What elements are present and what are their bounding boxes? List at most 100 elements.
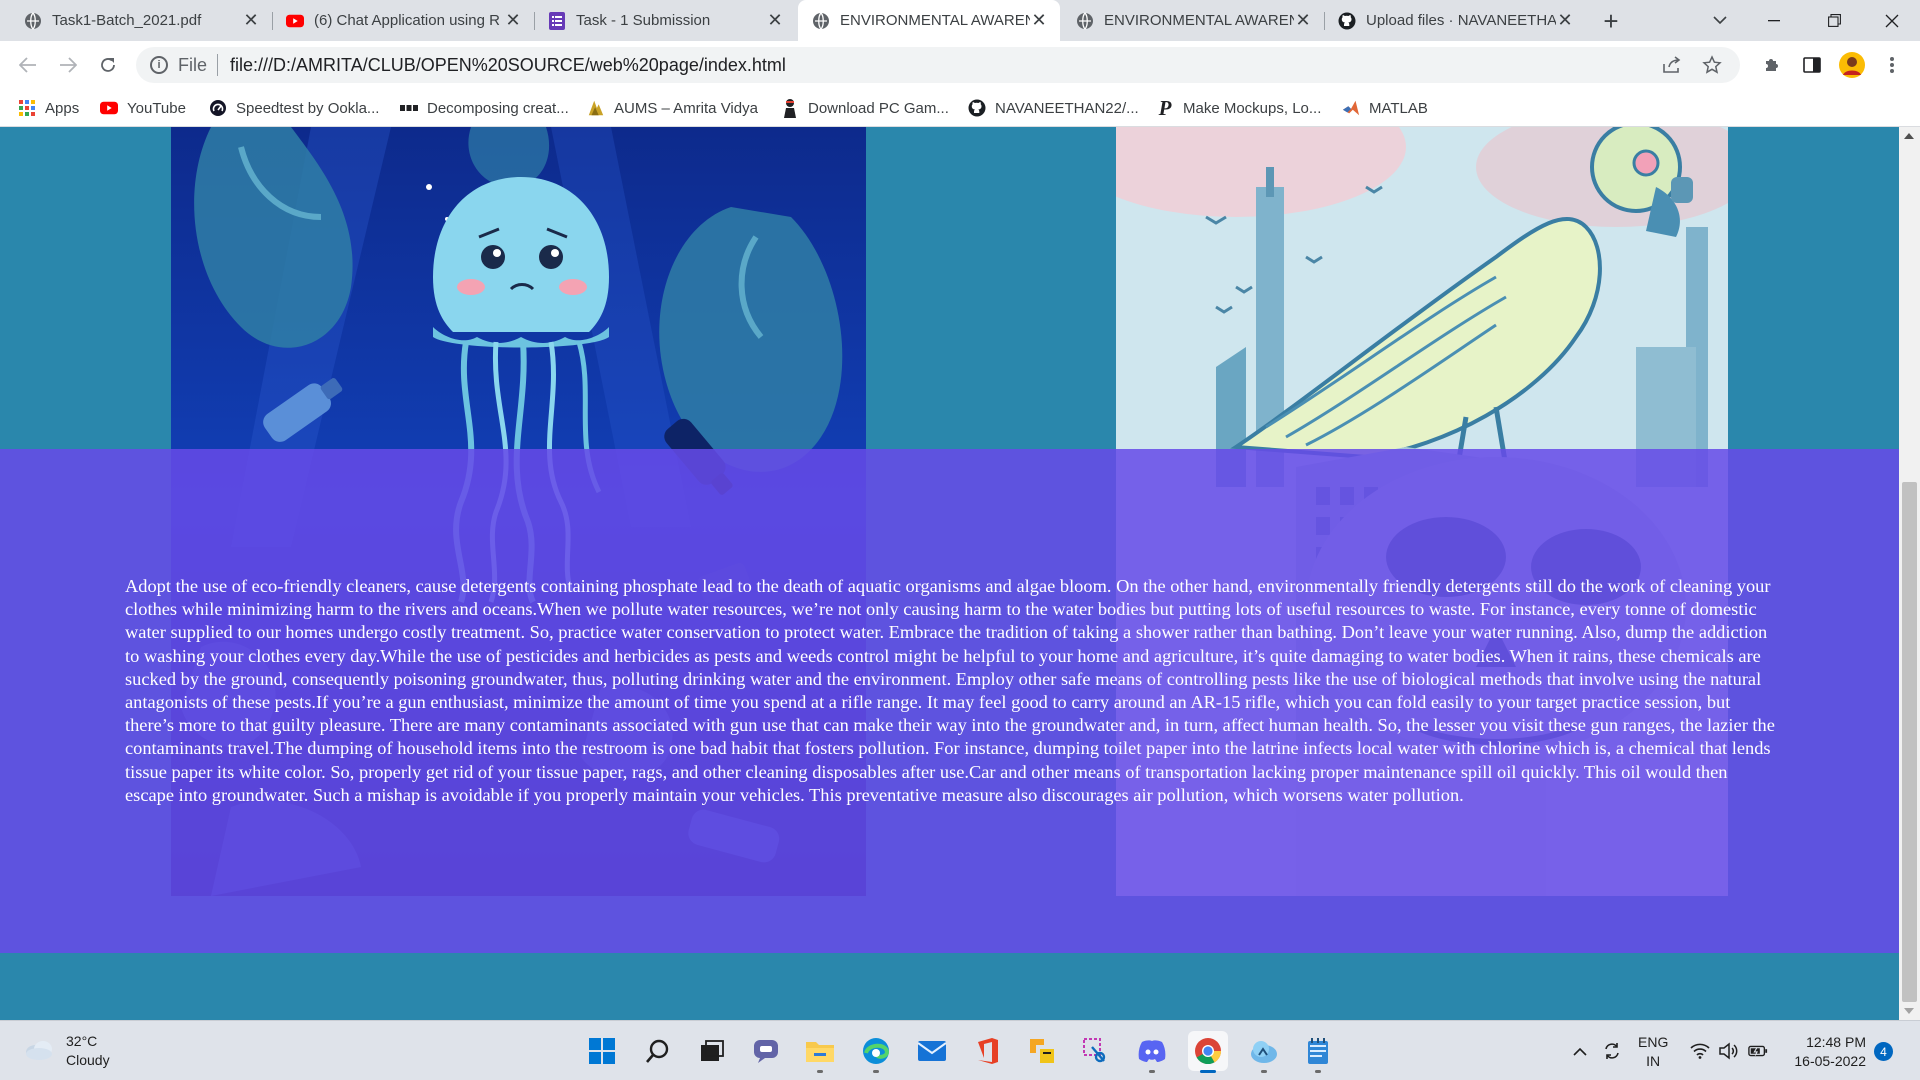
tab-environmental-awareness-active[interactable]: ENVIRONMENTAL AWAREN ✕ <box>798 0 1060 41</box>
new-tab-button[interactable]: + <box>1596 6 1626 36</box>
speedtest-icon <box>209 99 227 117</box>
url-scheme-label: File <box>178 54 208 75</box>
bookmark-label: Apps <box>45 99 80 117</box>
side-panel-icon[interactable] <box>1796 49 1828 81</box>
profile-avatar[interactable] <box>1836 49 1868 81</box>
close-icon[interactable]: ✕ <box>504 10 522 30</box>
volume-icon[interactable] <box>1718 1041 1738 1061</box>
tab-chat-application[interactable]: (6) Chat Application using R ✕ <box>272 0 534 41</box>
tab-title: Task - 1 Submission <box>576 12 711 29</box>
task-view-icon[interactable] <box>692 1031 732 1071</box>
notepad-icon[interactable] <box>1298 1031 1338 1073</box>
discord-icon[interactable] <box>1132 1031 1172 1073</box>
tab-upload-files-github[interactable]: Upload files · NAVANEETHA ✕ <box>1324 0 1586 41</box>
running-indicator <box>1149 1070 1155 1073</box>
bookmarks-bar: Apps YouTube Speedtest by Ookla... Decom… <box>0 89 1920 127</box>
bookmark-github-navaneethan[interactable]: NAVANEETHAN22/... <box>968 96 1139 120</box>
tab-search-dropdown-icon[interactable] <box>1692 0 1748 41</box>
windows-start-icon[interactable] <box>582 1031 622 1071</box>
tab-title: (6) Chat Application using R <box>314 12 500 29</box>
reload-button[interactable] <box>92 49 124 81</box>
close-icon[interactable]: ✕ <box>1030 10 1048 30</box>
language-indicator[interactable]: ENG IN <box>1638 1033 1668 1071</box>
running-indicator <box>1261 1070 1267 1073</box>
bookmark-make-mockups[interactable]: P Make Mockups, Lo... <box>1156 96 1322 120</box>
bookmark-download-pc-games[interactable]: Download PC Gam... <box>781 96 949 120</box>
bookmark-label: Speedtest by Ookla... <box>236 99 380 117</box>
extensions-puzzle-icon[interactable] <box>1756 49 1788 81</box>
scroll-down-arrow-icon[interactable] <box>1904 1008 1914 1014</box>
clock-date: 16-05-2022 <box>1794 1053 1866 1069</box>
jetbrains-toolbox-icon[interactable] <box>1022 1031 1062 1071</box>
close-icon[interactable]: ✕ <box>766 10 784 30</box>
notification-badge[interactable]: 4 <box>1874 1042 1893 1061</box>
bookmark-decomposing[interactable]: Decomposing creat... <box>400 96 569 120</box>
bookmark-matlab[interactable]: MATLAB <box>1342 96 1428 120</box>
edge-icon[interactable] <box>856 1031 896 1073</box>
battery-charging-icon[interactable] <box>1748 1041 1768 1061</box>
tab-environmental-awareness[interactable]: ENVIRONMENTAL AWAREN ✕ <box>1062 0 1324 41</box>
weather-condition: Cloudy <box>66 1052 110 1068</box>
github-icon <box>968 99 986 117</box>
share-icon[interactable] <box>1658 51 1686 79</box>
minimize-button[interactable] <box>1746 0 1802 41</box>
tab-title: ENVIRONMENTAL AWAREN <box>1104 12 1294 29</box>
teams-chat-icon[interactable] <box>746 1031 786 1071</box>
game-icon <box>781 99 799 118</box>
restore-button[interactable] <box>1806 0 1862 41</box>
matlab-icon <box>1342 99 1360 117</box>
bookmark-label: Make Mockups, Lo... <box>1183 99 1322 117</box>
scrollbar-thumb[interactable] <box>1902 482 1917 1002</box>
url-text[interactable]: file:///D:/AMRITA/CLUB/OPEN%20SOURCE/web… <box>230 55 786 76</box>
region-code: IN <box>1646 1053 1661 1069</box>
back-button[interactable] <box>12 49 44 81</box>
close-window-button[interactable] <box>1864 0 1920 41</box>
bookmark-label: Decomposing creat... <box>427 99 569 117</box>
tab-task1-submission[interactable]: Task - 1 Submission ✕ <box>534 0 796 41</box>
close-icon[interactable]: ✕ <box>1556 10 1574 30</box>
close-icon[interactable]: ✕ <box>1294 10 1312 30</box>
web-page-content: Adopt the use of eco-friendly cleaners, … <box>0 127 1899 1020</box>
tab-title: Task1-Batch_2021.pdf <box>52 12 202 29</box>
scroll-up-arrow-icon[interactable] <box>1904 133 1914 139</box>
info-icon[interactable]: i <box>150 56 168 74</box>
tab-title: ENVIRONMENTAL AWAREN <box>840 12 1030 29</box>
language-code: ENG <box>1638 1034 1669 1050</box>
tab-task1-pdf[interactable]: Task1-Batch_2021.pdf ✕ <box>0 0 272 41</box>
dots-icon <box>400 99 418 117</box>
bookmark-label: AUMS – Amrita Vidya <box>614 99 758 117</box>
snipping-tool-icon[interactable] <box>1076 1031 1116 1071</box>
cloud-app-icon[interactable] <box>1244 1031 1284 1073</box>
bookmark-label: Download PC Gam... <box>808 99 949 117</box>
bookmark-speedtest[interactable]: Speedtest by Ookla... <box>209 96 379 120</box>
page-scrollbar[interactable] <box>1899 127 1920 1020</box>
globe-icon <box>24 12 42 30</box>
sync-icon[interactable] <box>1602 1041 1622 1061</box>
bookmark-star-icon[interactable] <box>1698 51 1726 79</box>
file-explorer-icon[interactable] <box>800 1031 840 1073</box>
forward-button[interactable] <box>52 49 84 81</box>
close-icon[interactable]: ✕ <box>242 10 260 30</box>
tab-title: Upload files · NAVANEETHA <box>1366 12 1556 29</box>
weather-widget[interactable]: 32°C Cloudy <box>24 1032 110 1070</box>
wifi-icon[interactable] <box>1690 1041 1710 1061</box>
chevron-up-icon[interactable] <box>1570 1041 1590 1061</box>
bookmark-youtube[interactable]: YouTube <box>100 96 186 120</box>
weather-temperature: 32°C <box>66 1033 98 1049</box>
search-icon[interactable] <box>638 1031 678 1071</box>
clock-time: 12:48 PM <box>1806 1034 1866 1050</box>
bookmark-apps[interactable]: Apps <box>18 96 79 120</box>
bookmark-aums[interactable]: AUMS – Amrita Vidya <box>587 96 758 120</box>
mail-icon[interactable] <box>912 1031 952 1071</box>
active-app-indicator <box>1200 1070 1216 1073</box>
browser-toolbar: i File file:///D:/AMRITA/CLUB/OPEN%20SOU… <box>0 41 1920 89</box>
windows-taskbar: 32°C Cloudy ENG IN 12:48 PM 16-05-2022 4 <box>0 1020 1920 1080</box>
running-indicator <box>873 1070 879 1073</box>
apps-grid-icon <box>18 99 36 117</box>
menu-kebab-icon[interactable] <box>1876 49 1908 81</box>
system-clock[interactable]: 12:48 PM 16-05-2022 <box>1784 1033 1866 1071</box>
globe-icon <box>812 12 830 30</box>
address-bar[interactable]: i File file:///D:/AMRITA/CLUB/OPEN%20SOU… <box>136 47 1740 83</box>
office-icon[interactable] <box>968 1031 1008 1071</box>
chrome-icon[interactable] <box>1188 1031 1228 1073</box>
